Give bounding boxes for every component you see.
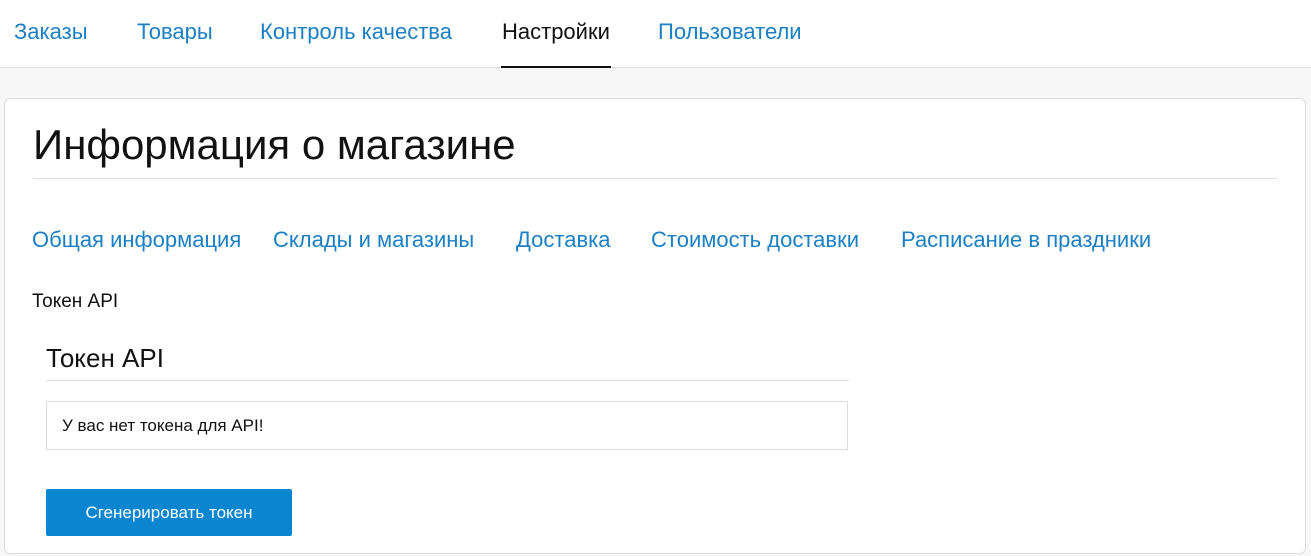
api-token-panel-title: Токен API: [46, 343, 164, 373]
subtab-delivery-cost[interactable]: Стоимость доставки: [651, 227, 859, 253]
store-info-card: Информация о магазине Общая информация С…: [4, 98, 1306, 554]
tab-products[interactable]: Товары: [137, 19, 213, 45]
tab-users[interactable]: Пользователи: [658, 19, 802, 45]
tab-orders[interactable]: Заказы: [14, 19, 88, 45]
generate-token-button[interactable]: Сгенерировать токен: [46, 489, 292, 536]
section-label-api-token: Токен API: [32, 291, 119, 312]
subtab-delivery[interactable]: Доставка: [516, 227, 610, 253]
panel-divider: [46, 380, 849, 381]
subtab-holiday-schedule[interactable]: Расписание в праздники: [901, 227, 1151, 253]
title-divider: [33, 178, 1277, 179]
tab-settings[interactable]: Настройки: [502, 19, 610, 45]
no-token-message: У вас нет токена для API!: [46, 401, 848, 450]
tab-quality-control[interactable]: Контроль качества: [260, 19, 452, 45]
subtab-general-info[interactable]: Общая информация: [32, 227, 241, 253]
subtab-warehouses-stores[interactable]: Склады и магазины: [273, 227, 474, 253]
top-navigation: Заказы Товары Контроль качества Настройк…: [0, 0, 1311, 68]
active-tab-indicator: [501, 66, 611, 68]
page-title: Информация о магазине: [33, 121, 516, 168]
